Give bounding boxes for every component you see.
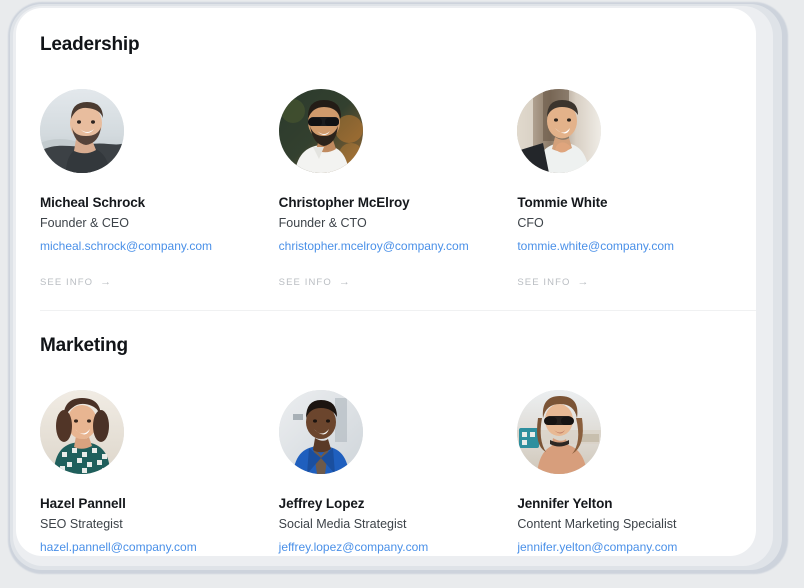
member-name: Jennifer Yelton: [517, 495, 613, 511]
see-info-label: SEE INFO: [278, 276, 332, 288]
see-info-button[interactable]: SEE INFO →: [40, 275, 279, 288]
member-name: Tommie White: [517, 194, 608, 210]
member-email-link[interactable]: micheal.schrock@company.com: [40, 239, 212, 253]
arrow-right-icon: →: [577, 275, 590, 288]
member-name: Micheal Schrock: [40, 194, 146, 210]
arrow-right-icon: →: [338, 275, 351, 288]
avatar-jennifer-yelton: [517, 389, 602, 474]
page-stage: Leadership Micheal Schrock Founder & CEO…: [0, 0, 804, 588]
member-role: Content Marketing Specialist: [517, 516, 677, 531]
team-directory-card: Leadership Micheal Schrock Founder & CEO…: [16, 8, 756, 556]
member-email-link[interactable]: jeffrey.lopez@company.com: [279, 540, 429, 554]
member-role: Founder & CTO: [278, 215, 367, 230]
member-role: Founder & CEO: [40, 215, 129, 230]
see-info-label: SEE INFO: [517, 276, 571, 288]
member-grid-leadership: Micheal Schrock Founder & CEO micheal.sc…: [40, 88, 756, 288]
arrow-right-icon: →: [100, 275, 113, 288]
member-card[interactable]: Tommie White CFO tommie.white@company.co…: [517, 88, 756, 288]
section-title-leadership: Leadership: [40, 34, 140, 55]
see-info-button[interactable]: SEE INFO →: [278, 275, 518, 288]
member-grid-marketing: Hazel Pannell SEO Strategist hazel.panne…: [40, 389, 756, 556]
avatar-hazel-pannell: [40, 389, 124, 474]
member-name: Hazel Pannell: [40, 495, 126, 511]
avatar-micheal-schrock: [40, 88, 124, 173]
section-leadership: Leadership Micheal Schrock Founder & CEO…: [40, 34, 756, 310]
see-info-button[interactable]: SEE INFO →: [517, 275, 756, 288]
section-title-marketing: Marketing: [40, 334, 128, 356]
avatar-christopher-mcelroy: [278, 88, 363, 173]
member-email-link[interactable]: hazel.pannell@company.com: [40, 540, 197, 554]
member-card[interactable]: Christopher McElroy Founder & CTO christ…: [278, 88, 518, 288]
section-marketing: Marketing Hazel Pannell SEO Strategist h…: [40, 311, 756, 556]
member-name: Jeffrey Lopez: [278, 495, 365, 511]
member-email-link[interactable]: jennifer.yelton@company.com: [517, 540, 677, 554]
see-info-label: SEE INFO: [40, 276, 94, 288]
avatar-jeffrey-lopez: [278, 389, 363, 474]
member-role: SEO Strategist: [40, 516, 123, 531]
member-card[interactable]: Jeffrey Lopez Social Media Strategist je…: [278, 389, 518, 556]
member-card[interactable]: Hazel Pannell SEO Strategist hazel.panne…: [40, 389, 279, 556]
member-card[interactable]: Jennifer Yelton Content Marketing Specia…: [517, 389, 756, 556]
card-content: Leadership Micheal Schrock Founder & CEO…: [16, 8, 756, 556]
member-name: Christopher McElroy: [278, 194, 410, 210]
avatar-tommie-white: [517, 88, 602, 173]
member-role: Social Media Strategist: [278, 516, 407, 531]
member-card[interactable]: Micheal Schrock Founder & CEO micheal.sc…: [40, 88, 279, 288]
member-email-link[interactable]: tommie.white@company.com: [517, 239, 674, 253]
member-email-link[interactable]: christopher.mcelroy@company.com: [279, 239, 469, 253]
member-role: CFO: [517, 215, 544, 230]
